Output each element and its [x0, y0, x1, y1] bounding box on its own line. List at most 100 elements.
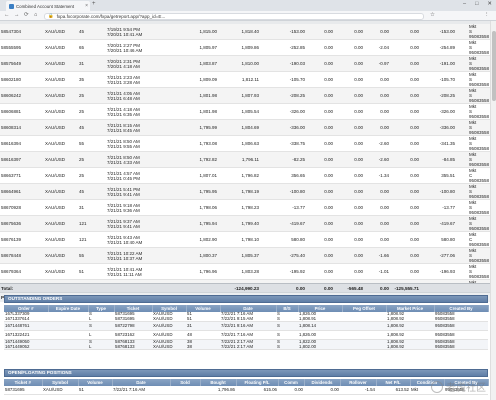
- date-cell-line-2: 7/21/21 10:37 AM: [107, 255, 143, 261]
- bookmark-star-icon[interactable]: ☆: [430, 12, 435, 18]
- order-type-cell-line-1: S: [89, 322, 92, 328]
- ticket-cell: 58616397: [0, 151, 44, 168]
- order-bs-cell-line-2: S: [277, 315, 280, 321]
- order-ticket-cell-line-2: 58731695: [115, 315, 135, 321]
- rollover-cell: 0.00: [364, 215, 390, 232]
- div-cell: 0.00: [334, 215, 364, 232]
- order-created-by-cell: 95083558 95083558: [434, 339, 488, 351]
- trade-row: 58675636 XAU/USD 121 7/21/21 9:37 AM 7/21/21…: [0, 215, 490, 232]
- order-symbol-cell-line-1: XAU/USD: [153, 322, 173, 328]
- order-row[interactable]: 167L337309 1671337614 S L 58731695 58731695 XA…: [4, 312, 488, 323]
- order-price-cell: 1,808.14: [298, 321, 342, 332]
- amount-cell: 55: [78, 135, 106, 152]
- date-cell-line-2: 7/21/21 11:11 AM: [107, 271, 142, 277]
- date-cell-line-2: 7/21/21 0:45 PM: [107, 175, 141, 181]
- order-symbol-cell: XAU/USD XAU/USD: [152, 339, 186, 351]
- open-price-cell: 1,801.98: [176, 87, 218, 104]
- url-input[interactable]: 🔒 fxpa.fxcorporate.com/fxpa/getreport.ap…: [44, 12, 424, 20]
- created-by-cell: MktS95083558: [468, 103, 490, 120]
- order-ticket-cell: 58731695 58731695: [114, 312, 152, 323]
- amount-cell: 25: [78, 103, 106, 120]
- column-header: Order #: [4, 305, 49, 312]
- adj-cell: 0.00: [390, 135, 420, 152]
- expire-date-cell: [48, 321, 88, 332]
- order-ticket-cell: 58722798: [114, 321, 152, 332]
- order-number-cell: 167L337309 1671337614: [4, 312, 48, 323]
- order-bs-cell: SS: [276, 339, 298, 351]
- browser-menu-icon[interactable]: ⋮: [484, 12, 490, 18]
- column-header: Type: [88, 305, 115, 312]
- tab-close-icon[interactable]: ×: [85, 3, 90, 9]
- rollover-cell: 0.00: [364, 119, 390, 136]
- net-pl-cell: -153.00: [420, 24, 456, 40]
- column-header: Bought: [200, 379, 237, 386]
- trade-row: 58616394 XAU/USD 55 7/21/21 8:50 AM 7/21/21 …: [0, 135, 490, 152]
- outstanding-orders-header-row: Order # Expire Date Type Ticket Symbol Volume…: [4, 305, 489, 312]
- back-icon[interactable]: ←: [4, 12, 10, 18]
- pl-cell: -13.77: [260, 199, 306, 216]
- total-row: Total: -124,990.23 0.00 0.00 -565.48 0.0…: [0, 283, 490, 293]
- column-header: Sold: [170, 379, 201, 386]
- outstanding-orders-header[interactable]: OUTSTANDING ORDERS: [4, 295, 488, 303]
- order-number-cell: 1671322421: [4, 330, 48, 341]
- order-number-cell-line-2: 1671449052: [5, 343, 30, 349]
- open-price-cell: 1,792.82: [176, 151, 218, 168]
- order-row[interactable]: 1671322421 L 58723162 XAU/USD 48 7/22/21 7:16…: [4, 330, 488, 341]
- closed-trades-table: 58547304 XAU/USD 45 7/19/21 9:54 PM 7/20/21 …: [0, 24, 490, 296]
- symbol-cell: XAU/USD: [44, 151, 78, 168]
- new-tab-icon[interactable]: +: [92, 1, 96, 7]
- comm-cell: 0.00: [306, 183, 334, 200]
- date-cell-line-2: 7/20/21 4:18 AM: [107, 63, 140, 69]
- date-cell: 7/21/21 8:15 AM 7/21/21 8:45 AM: [106, 119, 176, 136]
- rollover-cell: -1.34: [364, 167, 390, 184]
- spacer-cell: [456, 135, 468, 152]
- ticket-cell: 58679364: [0, 263, 44, 280]
- minimize-icon[interactable]: –: [463, 1, 466, 7]
- order-volume-cell-line-1: 48: [187, 331, 192, 337]
- amount-cell: 45: [78, 183, 106, 200]
- created-by-cell: MktS95083558: [468, 55, 490, 72]
- order-row[interactable]: 1671449050 1671449052 S L 58768133 58768133 XA…: [4, 339, 488, 351]
- page-favicon-icon: [9, 3, 14, 9]
- close-window-icon[interactable]: ✕: [487, 1, 492, 7]
- created-by-cell: MktS95083558: [468, 39, 490, 56]
- date-cell-line-2: 7/21/21 3:28 AM: [107, 79, 140, 85]
- order-symbol-cell-line-2: XAU/USD: [153, 315, 173, 321]
- created-by-cell: MktS95083558: [468, 215, 490, 232]
- position-div-cell: 0.00: [304, 386, 340, 395]
- order-date-cell: 7/22/21 7:16 AM 7/22/21 9:15 AM: [220, 312, 276, 323]
- home-icon[interactable]: ⌂: [34, 12, 37, 18]
- watermark-text: 老虎社区: [446, 383, 486, 394]
- rollover-cell: 0.00: [364, 199, 390, 216]
- order-ticket-cell-line-2: 58768133: [115, 343, 135, 349]
- forward-icon[interactable]: →: [14, 12, 20, 18]
- created-by-acct: 95083558: [469, 178, 490, 183]
- comm-cell: 0.00: [306, 39, 334, 56]
- amount-cell: 51: [78, 263, 106, 280]
- close-price-cell: 1,798.23: [218, 199, 260, 216]
- created-by-acct: 95083558: [469, 242, 490, 247]
- browser-tab[interactable]: Combined Account Statement ×: [6, 1, 90, 11]
- net-pl-cell: -277.06: [420, 247, 456, 264]
- open-price-cell: 1,805.97: [176, 39, 218, 56]
- ticket-cell: 58575649: [0, 55, 44, 72]
- position-comm-cell: 0.00: [278, 386, 304, 395]
- symbol-cell: XAU/USD: [44, 39, 78, 56]
- position-row[interactable]: 58731695 XAU/USD 51 7/22/21 7:16 AM 1,796.86…: [4, 386, 488, 395]
- reload-icon[interactable]: ⟳: [24, 12, 29, 18]
- rollover-cell: -1.01: [364, 263, 390, 280]
- date-cell-line-2: 7/21/21 8:45 AM: [107, 127, 140, 133]
- date-cell-line-2: 7/20/21 10:41 AM: [107, 31, 143, 37]
- created-by-acct: 95083558: [469, 258, 490, 263]
- order-row[interactable]: 1671448761 S 58722798 XAU/USD 31 7/22/21 9:16…: [4, 321, 488, 332]
- ticket-cell: 58606242: [0, 87, 44, 104]
- date-cell-line-2: 7/21/21 6:48 AM: [107, 95, 140, 101]
- amount-cell: 31: [78, 55, 106, 72]
- date-cell: 7/19/21 9:54 PM 7/20/21 10:41 AM: [106, 24, 176, 40]
- maximize-icon[interactable]: □: [475, 1, 478, 7]
- market-price-cell: 1,808.92: [386, 330, 434, 341]
- column-header: Net P/L: [376, 379, 411, 386]
- date-cell: 7/20/21 2:31 PM 7/20/21 4:18 AM: [106, 55, 176, 72]
- comm-cell: 0.00: [306, 167, 334, 184]
- open-positions-header[interactable]: OPEN/FLOATING POSITIONS: [4, 369, 488, 377]
